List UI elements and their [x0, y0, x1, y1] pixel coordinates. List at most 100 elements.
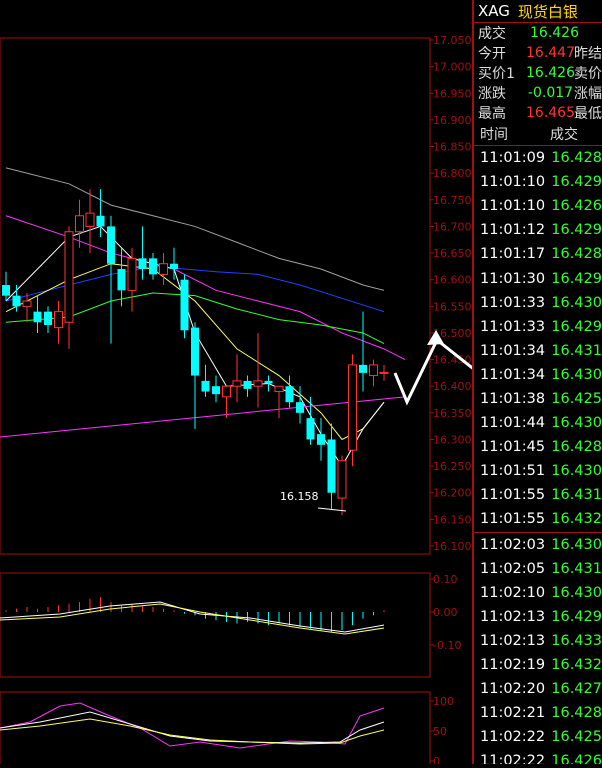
candle-body: [337, 460, 347, 499]
tick-price: 16.428: [551, 439, 602, 456]
quote-label: 涨跌: [478, 86, 506, 102]
axis-label: 16.400: [433, 380, 472, 393]
tick-price: 16.430: [551, 536, 602, 553]
candle-body: [348, 364, 357, 451]
tick-price: 16.431: [551, 342, 602, 359]
tick-time: 11:01:10: [480, 198, 546, 215]
tick-row: 11:01:51 16.430: [474, 459, 602, 483]
tick-row: 11:02:13 16.429: [474, 605, 602, 629]
macd-axis-label: 0.00: [433, 606, 458, 619]
tick-price: 16.429: [551, 270, 602, 287]
quote-row: 买价1 16.426 卖价: [474, 63, 602, 83]
tick-row: 11:01:30 16.429: [474, 266, 602, 290]
macd-axis-label: -0.10: [433, 639, 461, 652]
tick-list[interactable]: 11:01:09 16.428 11:01:10 16.429 11:01:10 16.4…: [474, 146, 602, 764]
candle-body: [212, 386, 220, 395]
quote-panel: XAG 现货白银 成交 16.426 今开 16.447 昨结 买价1 16.426 卖价涨跌…: [472, 0, 602, 764]
candle-body: [96, 215, 105, 227]
kdj-k-line: [0, 711, 385, 744]
quote-label: 最高: [478, 106, 506, 122]
tick-row: 11:01:12 16.429: [474, 218, 602, 242]
candle-body: [2, 285, 10, 296]
chart-canvas: 17.050 17.000 16.950 16.900 16.850 16.800 16.7…: [0, 34, 533, 768]
tick-price: 16.432: [551, 657, 602, 674]
candle-body: [253, 380, 263, 387]
tick-price: 16.430: [551, 463, 602, 480]
axis-label: 16.650: [433, 247, 472, 260]
kdj-axis-label: 50: [433, 725, 447, 738]
quote-value: 16.426: [526, 65, 575, 81]
candle-body: [243, 380, 252, 389]
ticks-header: 时间 成交: [474, 123, 602, 146]
quote-row: 今开 16.447 昨结: [474, 43, 602, 63]
candle-body: [306, 418, 315, 440]
candle-body: [149, 258, 157, 275]
low-price-label: 16.158: [280, 490, 319, 503]
tick-row: 11:02:13 16.433: [474, 629, 602, 653]
tick-time: 11:01:17: [480, 246, 546, 263]
axis-label: 16.750: [433, 194, 472, 207]
candle-body: [44, 311, 52, 325]
tick-row: 11:01:55 16.431: [474, 483, 602, 507]
quote-extra-label: 涨幅: [574, 86, 602, 102]
instrument-name: 现货白银: [517, 2, 578, 21]
tick-time: 11:02:20: [480, 681, 546, 698]
quote-value: 16.426: [530, 25, 579, 41]
candlestick-chart[interactable]: 17.050 17.000 16.950 16.900 16.850 16.800 16.7…: [0, 0, 533, 768]
tick-time: 11:02:22: [480, 729, 546, 746]
tick-price: 16.431: [551, 487, 602, 504]
tick-time: 11:02:03: [480, 536, 546, 553]
tick-row: 11:02:22 16.425: [474, 725, 602, 749]
candle-body: [138, 258, 147, 270]
axis-label: 16.850: [433, 141, 472, 154]
tick-price: 16.429: [551, 318, 602, 335]
tick-price: 16.428: [551, 705, 602, 722]
tick-time: 11:01:09: [480, 150, 546, 167]
tick-row: 11:02:10 16.430: [474, 581, 602, 605]
tick-time: 11:01:10: [480, 174, 546, 191]
candle-body: [33, 311, 42, 323]
tick-price: 16.426: [551, 198, 602, 215]
candle-body: [170, 263, 178, 270]
tick-price: 16.430: [551, 366, 602, 383]
tick-time: 11:01:34: [480, 342, 546, 359]
tick-row: 11:02:20 16.427: [474, 677, 602, 701]
tick-time: 11:01:45: [480, 439, 546, 456]
candle-body: [264, 380, 273, 384]
kdj-j-line: [0, 702, 385, 749]
candle-body: [285, 386, 294, 403]
tick-price: 16.430: [551, 294, 602, 311]
tick-time: 11:01:33: [480, 294, 546, 311]
kdj-axis-label: 100: [433, 695, 454, 708]
candle-body: [64, 231, 74, 323]
candle-body: [107, 226, 115, 264]
tick-row: 11:01:33 16.430: [474, 291, 602, 315]
quote-row: 成交 16.426: [474, 23, 602, 43]
candle-body: [117, 269, 126, 291]
tick-time: 11:01:55: [480, 487, 546, 504]
tick-time: 11:02:05: [480, 560, 546, 577]
tick-price: 16.425: [551, 390, 602, 407]
tick-price: 16.425: [551, 729, 602, 746]
quote-value: 16.465: [526, 105, 575, 121]
macd-axis-label: 0.10: [433, 573, 458, 586]
axis-label: 16.550: [433, 300, 472, 313]
tick-row: 11:02:22 16.426: [474, 749, 602, 764]
moving-average-line: [5, 265, 385, 313]
axis-label: 16.100: [433, 540, 472, 553]
axis-label: 16.200: [433, 487, 472, 500]
candle-body: [359, 364, 367, 373]
moving-average-line: [5, 167, 385, 291]
symbol-code: XAG: [478, 2, 510, 20]
tick-row: 11:01:44 16.430: [474, 411, 602, 435]
candle-body: [232, 380, 242, 387]
candle-body: [317, 434, 325, 445]
candle-body: [296, 402, 304, 413]
quote-stats: 成交 16.426 今开 16.447 昨结 买价1 16.426 卖价 涨跌 -0.017 涨幅最…: [474, 23, 602, 123]
axis-label: 16.350: [433, 407, 472, 420]
tick-time: 11:01:55: [480, 511, 546, 528]
candle-body: [369, 364, 378, 377]
quote-value: 16.447: [526, 45, 575, 61]
tick-price: 16.429: [551, 222, 602, 239]
tick-row: 11:01:45 16.428: [474, 435, 602, 459]
